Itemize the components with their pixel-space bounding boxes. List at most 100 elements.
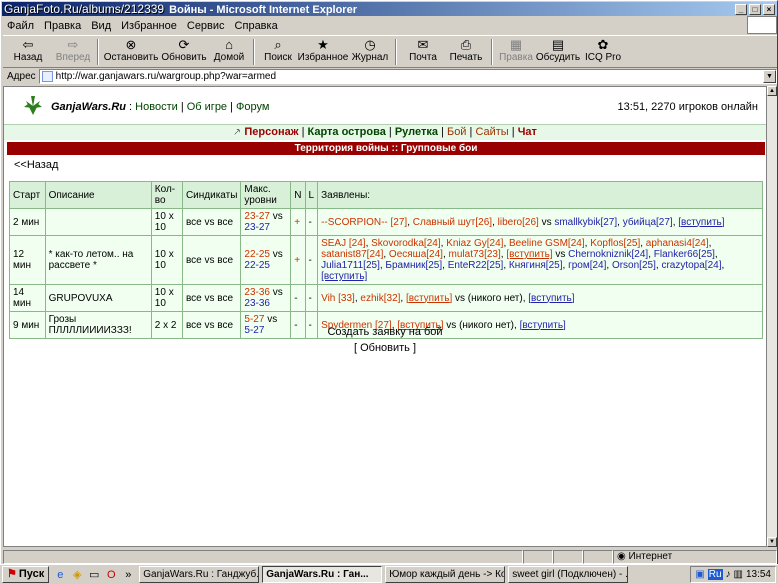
join-button[interactable]: [вступить] — [506, 249, 552, 260]
start-label: Пуск — [18, 568, 45, 580]
player-link[interactable]: убийца[27] — [623, 217, 673, 228]
player-link[interactable]: EnteR22[25] — [448, 260, 504, 271]
menu-tools[interactable]: Сервис — [187, 20, 225, 32]
back-link[interactable]: <<Назад — [14, 159, 58, 171]
link-news[interactable]: Новости — [135, 101, 178, 113]
clock[interactable]: 13:54 — [746, 569, 771, 580]
toolbar-mail-button[interactable]: ✉ Почта — [401, 36, 445, 68]
menu-view[interactable]: Вид — [91, 20, 111, 32]
taskbar-task[interactable]: GanjaWars.Ru : Ганджуб... — [139, 566, 260, 583]
watermark: GanjaFoto.Ru/albums/212339 — [4, 2, 165, 16]
player-link[interactable]: satanist87[24] — [321, 249, 383, 260]
join-button[interactable]: [вступить] — [406, 293, 452, 304]
scroll-down-button[interactable]: ▼ — [767, 537, 777, 547]
vs-label: vs — [272, 287, 283, 298]
title-bar: GanjaFoto.Ru/albums/212339 Войны - Micro… — [2, 2, 777, 16]
player-link[interactable]: Vih [33] — [321, 293, 355, 304]
address-url: http://war.ganjawars.ru/wargroup.php?war… — [55, 71, 277, 82]
player-link[interactable]: Оесяша[24] — [389, 249, 443, 260]
vertical-scrollbar[interactable]: ▲ ▼ — [767, 86, 777, 547]
player-link[interactable]: Orson[25] — [612, 260, 656, 271]
nav-sites[interactable]: Сайты — [475, 126, 508, 138]
toolbar-edit-button[interactable]: ▦ Правка — [497, 36, 535, 68]
toolbar-forward-arrow-button[interactable]: ⇨ Вперед — [53, 36, 93, 68]
menu-favorites[interactable]: Избранное — [121, 20, 177, 32]
address-dropdown-button[interactable]: ▼ — [763, 70, 776, 83]
toolbar-label: Остановить — [103, 52, 159, 63]
player-link[interactable]: Kniaz Gy[24] — [446, 238, 503, 249]
toolbar-search-button[interactable]: ⌕ Поиск — [259, 36, 297, 68]
window-title: Войны - Microsoft Internet Explorer — [169, 4, 357, 16]
outlook-icon[interactable]: ◈ — [70, 568, 84, 582]
player-link[interactable]: crazytopa[24] — [661, 260, 721, 271]
link-about[interactable]: Об игре — [187, 101, 227, 113]
player-link[interactable]: Skovorodka[24] — [371, 238, 441, 249]
player-link[interactable]: Княгиня[25] — [509, 260, 563, 271]
player-link[interactable]: гром[24] — [568, 260, 606, 271]
player-link[interactable]: Chernokniznik[24] — [568, 249, 648, 260]
toolbar-favorites-button[interactable]: ★ Избранное — [297, 36, 349, 68]
cell-l: - — [304, 208, 319, 236]
volume-icon[interactable]: ♪ — [726, 569, 731, 580]
player-link[interactable]: mulat73[23] — [449, 249, 501, 260]
toolbar-discuss-button[interactable]: ▤ Обсудить — [535, 36, 581, 68]
opera-icon[interactable]: O — [104, 568, 118, 582]
minimize-button[interactable]: _ — [735, 4, 747, 15]
player-link[interactable]: Kopflos[25] — [590, 238, 640, 249]
nav-chat[interactable]: Чат — [518, 126, 537, 138]
tray-icon[interactable]: ▣ — [695, 569, 704, 580]
player-link[interactable]: Beeline GSM[24] — [509, 238, 585, 249]
menu-edit[interactable]: Правка — [44, 20, 81, 32]
player-link[interactable]: aphanasi4[24] — [646, 238, 709, 249]
join-button[interactable]: [вступить] — [528, 293, 574, 304]
nav-character[interactable]: Персонаж — [244, 126, 298, 138]
close-button[interactable]: × — [763, 4, 775, 15]
player-link[interactable]: --SCORPION-- [27] — [321, 217, 407, 228]
player-link[interactable]: SEAJ [24] — [321, 238, 365, 249]
status-text — [3, 549, 523, 564]
player-link[interactable]: Брамник[25] — [385, 260, 442, 271]
toolbar-back-arrow-button[interactable]: ⇦ Назад — [3, 36, 53, 68]
refresh-link[interactable]: [ Обновить ] — [4, 342, 766, 354]
stop-icon: ⊗ — [125, 37, 137, 52]
player-link[interactable]: ezhik[32] — [360, 293, 400, 304]
more-icon[interactable]: » — [121, 568, 135, 582]
network-icon[interactable]: ▥ — [734, 569, 743, 580]
nav-map[interactable]: Карта острова — [308, 126, 386, 138]
nav-battle[interactable]: Бой — [447, 126, 466, 138]
player-link[interactable]: Flanker66[25] — [654, 249, 715, 260]
ie-icon[interactable]: e — [53, 568, 67, 582]
player-link[interactable]: smallkybik[27] — [554, 217, 617, 228]
cell-levels: 23-27 vs 23-27 — [240, 208, 292, 236]
player-link[interactable]: libero[26] — [498, 217, 539, 228]
maximize-button[interactable]: □ — [749, 4, 761, 15]
toolbar-refresh-button[interactable]: ⟳ Обновить — [159, 36, 209, 68]
join-button[interactable]: [вступить] — [321, 271, 367, 282]
create-request-link[interactable]: Создать заявку на бой — [4, 326, 766, 338]
player-link[interactable]: Славный шут[26] — [413, 217, 492, 228]
site-name[interactable]: GanjaWars.Ru — [51, 101, 126, 113]
toolbar-home-button[interactable]: ⌂ Домой — [209, 36, 249, 68]
taskbar-task[interactable]: Юмор каждый день -> Ко... — [385, 566, 506, 583]
taskbar-task[interactable]: sweet girl (Подключен) - ... — [508, 566, 629, 583]
player-link[interactable]: Julia1711[25] — [321, 260, 380, 271]
toolbar-print-button[interactable]: ⎙ Печать — [445, 36, 487, 68]
menu-file[interactable]: Файл — [7, 20, 34, 32]
toolbar-history-button[interactable]: ◷ Журнал — [349, 36, 391, 68]
toolbar-stop-button[interactable]: ⊗ Остановить — [103, 36, 159, 68]
cell-syndicates: все vs все — [181, 284, 242, 312]
cell-desc: GRUPOVUXA — [44, 284, 152, 312]
join-button[interactable]: [вступить] — [678, 217, 724, 228]
start-button[interactable]: ⚑ Пуск — [2, 566, 50, 583]
col-levels: Макс. уровни — [240, 181, 292, 209]
desktop-icon[interactable]: ▭ — [87, 568, 101, 582]
scroll-up-button[interactable]: ▲ — [767, 86, 777, 96]
cell-n: - — [290, 284, 306, 312]
toolbar-icq-button[interactable]: ✿ ICQ Pro — [581, 36, 625, 68]
link-forum[interactable]: Форум — [236, 101, 269, 113]
address-input[interactable]: http://war.ganjawars.ru/wargroup.php?war… — [38, 69, 777, 84]
menu-help[interactable]: Справка — [235, 20, 278, 32]
taskbar-task[interactable]: GanjaWars.Ru : Ган... — [262, 566, 383, 583]
nav-roulette[interactable]: Рулетка — [395, 126, 438, 138]
language-indicator[interactable]: Ru — [707, 569, 723, 580]
